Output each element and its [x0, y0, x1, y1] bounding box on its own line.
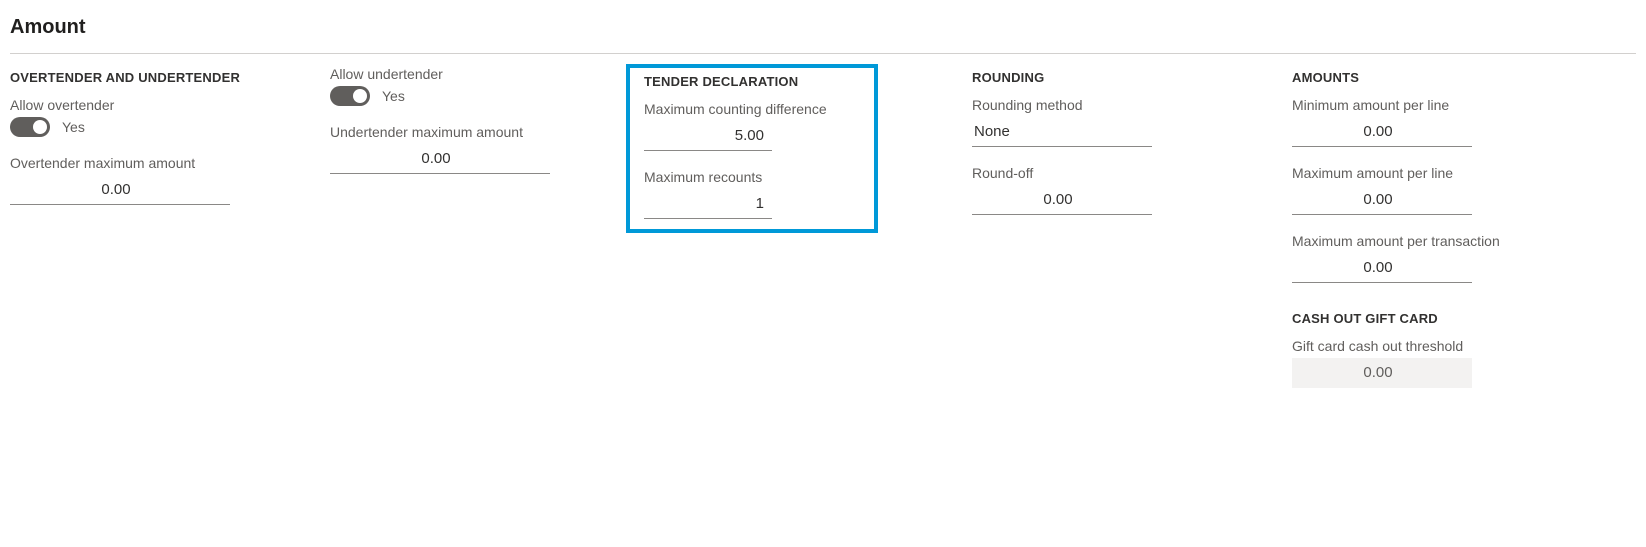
min-amount-per-line-input[interactable]: 0.00 [1292, 117, 1472, 147]
column-overtender: OVERTENDER AND UNDERTENDER Allow overten… [10, 70, 330, 223]
max-recounts-field: Maximum recounts 1 [644, 169, 860, 219]
overtender-max-amount-field: Overtender maximum amount 0.00 [10, 155, 330, 205]
undertender-max-amount-input[interactable]: 0.00 [330, 144, 550, 174]
column-rounding: ROUNDING Rounding method None Round-off … [972, 70, 1292, 233]
toggle-knob [33, 120, 47, 134]
max-counting-diff-input[interactable]: 5.00 [644, 121, 772, 151]
amounts-heading: AMOUNTS [1292, 70, 1612, 85]
column-tender-declaration: TENDER DECLARATION Maximum counting diff… [644, 70, 972, 233]
overtender-max-amount-input[interactable]: 0.00 [10, 175, 230, 205]
roundoff-input[interactable]: 0.00 [972, 185, 1152, 215]
undertender-max-amount-label: Undertender maximum amount [330, 124, 644, 140]
allow-overtender-toggle-text: Yes [62, 119, 85, 135]
allow-overtender-toggle[interactable] [10, 117, 50, 137]
toggle-knob [353, 89, 367, 103]
page-title: Amount [10, 10, 1636, 51]
overtender-undertender-heading: OVERTENDER AND UNDERTENDER [10, 70, 330, 85]
max-amount-per-transaction-input[interactable]: 0.00 [1292, 253, 1472, 283]
max-counting-diff-field: Maximum counting difference 5.00 [644, 101, 860, 151]
rounding-method-label: Rounding method [972, 97, 1292, 113]
roundoff-field: Round-off 0.00 [972, 165, 1292, 215]
rounding-method-field: Rounding method None [972, 97, 1292, 147]
rounding-method-select[interactable]: None [972, 117, 1152, 147]
allow-undertender-label: Allow undertender [330, 66, 644, 82]
cash-out-gift-card-heading: CASH OUT GIFT CARD [1292, 311, 1612, 326]
allow-overtender-field: Allow overtender Yes [10, 97, 330, 137]
allow-undertender-field: Allow undertender Yes [330, 66, 644, 106]
min-amount-per-line-label: Minimum amount per line [1292, 97, 1612, 113]
tender-declaration-highlight: TENDER DECLARATION Maximum counting diff… [626, 64, 878, 233]
min-amount-per-line-field: Minimum amount per line 0.00 [1292, 97, 1612, 147]
max-amount-per-transaction-label: Maximum amount per transaction [1292, 233, 1612, 249]
columns-layout: OVERTENDER AND UNDERTENDER Allow overten… [10, 70, 1636, 406]
overtender-max-amount-label: Overtender maximum amount [10, 155, 330, 171]
undertender-max-amount-field: Undertender maximum amount 0.00 [330, 124, 644, 174]
gift-card-cash-out-threshold-field: Gift card cash out threshold 0.00 [1292, 338, 1612, 388]
allow-undertender-toggle-row: Yes [330, 86, 644, 106]
max-amount-per-line-input[interactable]: 0.00 [1292, 185, 1472, 215]
allow-overtender-label: Allow overtender [10, 97, 330, 113]
max-amount-per-transaction-field: Maximum amount per transaction 0.00 [1292, 233, 1612, 283]
column-undertender: Allow undertender Yes Undertender maximu… [330, 70, 644, 192]
tender-declaration-heading: TENDER DECLARATION [644, 74, 860, 89]
max-recounts-input[interactable]: 1 [644, 189, 772, 219]
max-recounts-label: Maximum recounts [644, 169, 860, 185]
allow-undertender-toggle[interactable] [330, 86, 370, 106]
max-counting-diff-label: Maximum counting difference [644, 101, 860, 117]
max-amount-per-line-field: Maximum amount per line 0.00 [1292, 165, 1612, 215]
max-amount-per-line-label: Maximum amount per line [1292, 165, 1612, 181]
rounding-heading: ROUNDING [972, 70, 1292, 85]
gift-card-cash-out-threshold-label: Gift card cash out threshold [1292, 338, 1612, 354]
section-divider [10, 53, 1636, 54]
roundoff-label: Round-off [972, 165, 1292, 181]
column-amounts: AMOUNTS Minimum amount per line 0.00 Max… [1292, 70, 1612, 406]
allow-overtender-toggle-row: Yes [10, 117, 330, 137]
amount-config-page: Amount OVERTENDER AND UNDERTENDER Allow … [0, 0, 1646, 426]
gift-card-cash-out-threshold-input: 0.00 [1292, 358, 1472, 388]
allow-undertender-toggle-text: Yes [382, 88, 405, 104]
